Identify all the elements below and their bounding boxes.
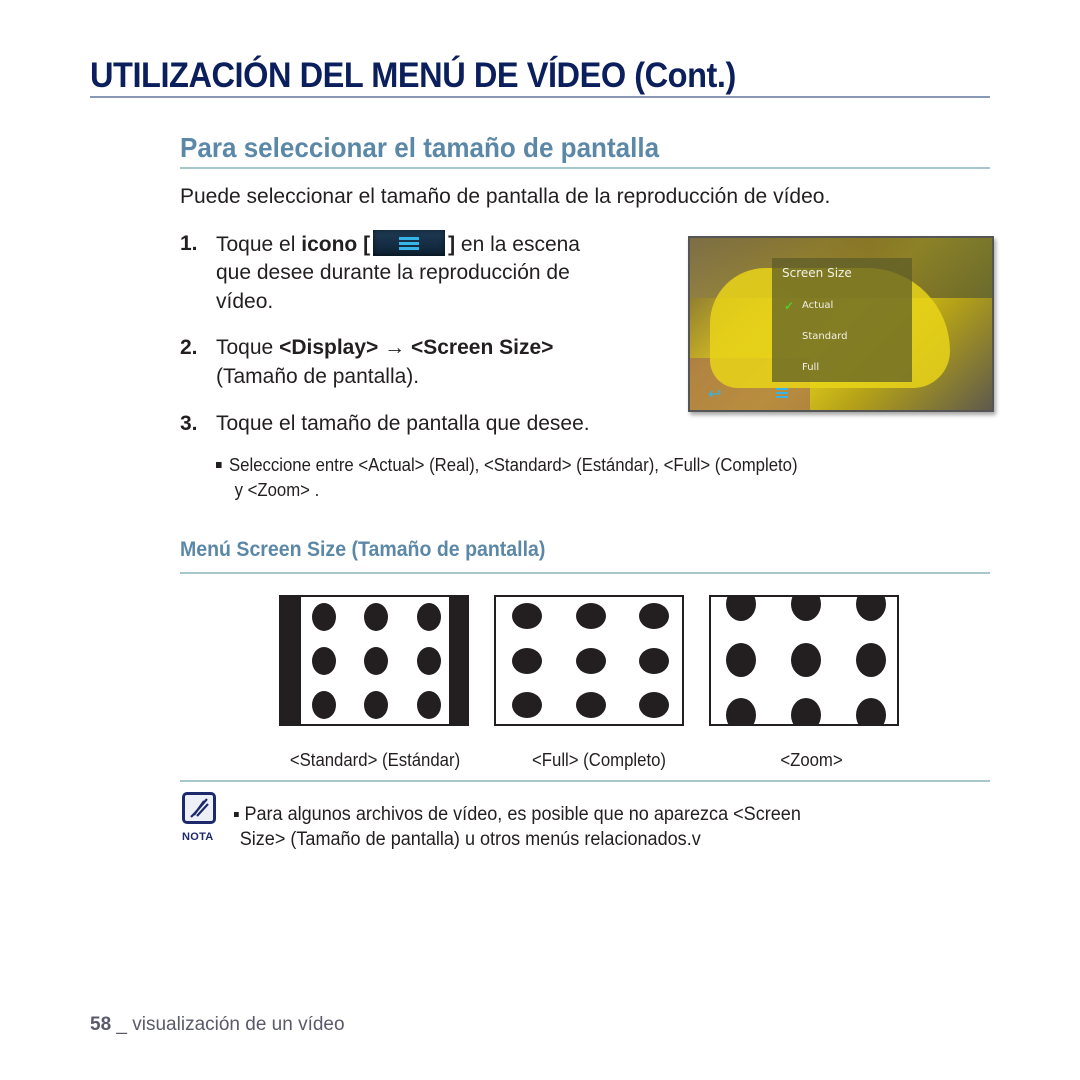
diagram-dot xyxy=(417,647,441,675)
bullet-text: Seleccione entre <Actual> (Real), <Stand… xyxy=(229,455,798,475)
diagram-dot xyxy=(417,603,441,631)
step-1: 1. Toque el icono [] en la escena que de… xyxy=(180,230,660,320)
title-divider xyxy=(90,96,990,98)
step-text: en la escena xyxy=(455,233,580,256)
diagram-dot xyxy=(726,597,756,621)
menu-section-heading: Menú Screen Size (Tamaño de pantalla) xyxy=(180,538,546,561)
diagram-dot xyxy=(856,597,886,621)
diagram-dot xyxy=(576,692,606,718)
menu-item-full[interactable]: Full xyxy=(802,362,819,373)
diagram-full-svg xyxy=(512,603,669,718)
options-bullet: Seleccione entre <Actual> (Real), <Stand… xyxy=(216,453,798,503)
diagram-standard xyxy=(279,595,469,726)
letterbox-bar-left xyxy=(281,597,301,724)
screen-size-menu: Screen Size ✓ Actual Standard Full xyxy=(772,258,912,382)
diagram-dot xyxy=(512,648,542,674)
diagram-dot xyxy=(364,603,388,631)
step-1-line-3: vídeo. xyxy=(216,290,274,313)
step-bold-text: <Screen Size> xyxy=(410,336,554,359)
bullet-icon xyxy=(216,462,222,468)
step-1-line-2: que desee durante la reproducción de xyxy=(216,261,570,284)
step-text: Toque el xyxy=(216,233,302,256)
note-label: NOTA xyxy=(182,831,214,843)
bullet-line-2: y <Zoom> . xyxy=(234,480,320,500)
diagram-dot xyxy=(364,647,388,675)
check-icon: ✓ xyxy=(784,299,795,313)
diagram-full xyxy=(494,595,684,726)
bullet-icon xyxy=(234,812,239,817)
section-heading: Para seleccionar el tamaño de pantalla xyxy=(180,132,660,163)
caption-zoom: <Zoom> xyxy=(780,750,843,770)
letterbox-bar-right xyxy=(449,597,467,724)
diagram-dot xyxy=(639,692,669,718)
menu-icon[interactable] xyxy=(776,388,788,400)
step-2-line-1: Toque <Display> → <Screen Size> xyxy=(216,334,553,362)
caption-standard: <Standard> (Estándar) xyxy=(289,750,461,770)
diagram-dot xyxy=(639,648,669,674)
step-bold-text: icono [ xyxy=(301,233,371,256)
menu-section-divider xyxy=(180,572,990,574)
diagram-dot xyxy=(512,603,542,629)
diagram-dot xyxy=(512,692,542,718)
step-number: 1. xyxy=(180,232,198,255)
diagram-dot xyxy=(791,698,821,724)
arrow-icon: → xyxy=(378,336,411,359)
step-number: 3. xyxy=(180,412,198,435)
diagram-dot xyxy=(312,647,336,675)
diagram-dot xyxy=(576,603,606,629)
step-text: Toque xyxy=(216,336,280,359)
page-title: UTILIZACIÓN DEL MENÚ DE VÍDEO (Cont.) xyxy=(90,56,736,95)
note-divider xyxy=(180,780,990,782)
note-line-1: Para algunos archivos de vídeo, es posib… xyxy=(234,802,801,827)
diagram-dot xyxy=(312,691,336,719)
step-2-line-2: (Tamaño de pantalla). xyxy=(216,365,420,388)
step-3-text: Toque el tamaño de pantalla que desee. xyxy=(216,412,590,435)
menu-icon xyxy=(373,230,446,256)
step-3: 3. Toque el tamaño de pantalla que desee… xyxy=(180,410,700,440)
menu-title: Screen Size xyxy=(782,266,852,280)
bullet-line-1: Seleccione entre <Actual> (Real), <Stand… xyxy=(216,453,798,478)
diagram-dot xyxy=(856,698,886,724)
diagram-zoom xyxy=(709,595,899,726)
diagram-dot xyxy=(791,643,821,677)
diagram-dot xyxy=(417,691,441,719)
step-bold-text: ] xyxy=(448,233,456,256)
note-line-text: Para algunos archivos de vídeo, es posib… xyxy=(244,804,801,825)
menu-item-standard[interactable]: Standard xyxy=(802,331,848,342)
diagram-dot xyxy=(576,648,606,674)
footer-section-title: visualización de un vídeo xyxy=(132,1014,345,1035)
step-2: 2. Toque <Display> → <Screen Size> (Tama… xyxy=(180,334,660,394)
page-footer: 58 _ visualización de un vídeo xyxy=(90,1014,345,1036)
step-1-line-1: Toque el icono [] en la escena xyxy=(216,230,580,259)
diagram-dot xyxy=(639,603,669,629)
diagram-dot xyxy=(312,603,336,631)
note-line-2: Size> (Tamaño de pantalla) u otros menús… xyxy=(239,829,701,850)
menu-item-actual[interactable]: Actual xyxy=(802,300,833,311)
note-text: Para algunos archivos de vídeo, es posib… xyxy=(234,802,801,852)
diagram-dot xyxy=(791,597,821,621)
diagram-standard-svg xyxy=(281,597,467,724)
back-arrow-icon[interactable]: ↩ xyxy=(708,384,721,404)
device-screenshot: Screen Size ✓ Actual Standard Full ↩ xyxy=(688,236,994,412)
diagram-dot xyxy=(856,643,886,677)
note-pencil-icon xyxy=(182,792,216,824)
caption-full: <Full> (Completo) xyxy=(532,750,666,770)
page-number: 58 xyxy=(90,1014,112,1035)
diagram-zoom-svg xyxy=(726,597,886,724)
section-divider xyxy=(180,167,990,169)
diagram-dot xyxy=(364,691,388,719)
intro-text: Puede seleccionar el tamaño de pantalla … xyxy=(180,185,831,208)
diagram-dot xyxy=(726,698,756,724)
diagram-dot xyxy=(726,643,756,677)
step-bold-text: <Display> xyxy=(279,336,379,359)
step-number: 2. xyxy=(180,336,198,359)
footer-separator: _ xyxy=(111,1014,133,1035)
